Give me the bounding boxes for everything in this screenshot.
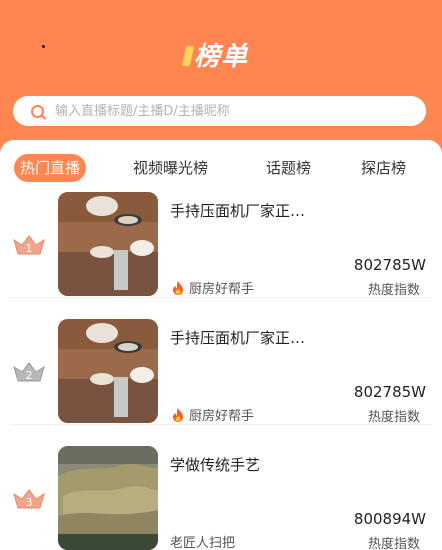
- heat-label: 热度指数: [367, 410, 420, 425]
- item-author: 老匠人扫把: [170, 532, 235, 550]
- heat-value: 802785W: [353, 256, 426, 274]
- heat-value: 802785W: [353, 383, 426, 401]
- fire-icon: [173, 280, 183, 295]
- rank-number: 2: [26, 369, 33, 382]
- heat-label: 热度指数: [367, 283, 420, 298]
- author-name: 厨房好帮手: [189, 282, 255, 297]
- thumbnail-image[interactable]: [58, 319, 158, 423]
- search-input[interactable]: [55, 103, 426, 119]
- item-author: 厨房好帮手: [170, 405, 254, 424]
- rank-number: 1: [26, 242, 33, 255]
- search-bar[interactable]: [13, 96, 426, 126]
- page-title: 榜单: [193, 42, 248, 72]
- item-author: 厨房好帮手: [170, 278, 254, 297]
- fire-icon: [173, 407, 183, 422]
- rank-number: 3: [26, 496, 33, 509]
- tab-topic[interactable]: 话题榜: [266, 154, 311, 182]
- list-item[interactable]: 3 学做传统手艺 老匠人扫把 800894W 热度指数: [0, 446, 442, 550]
- rank-badge-icon: 2: [13, 362, 45, 382]
- thumbnail-image[interactable]: [58, 446, 158, 550]
- list-item[interactable]: 2 手持压面机厂家正… 厨房好帮手 802785W 热度指数: [0, 319, 442, 425]
- rank-badge-icon: 1: [13, 235, 45, 255]
- rank-badge-icon: 3: [13, 489, 45, 509]
- search-icon: [31, 104, 44, 118]
- tab-video-exposure[interactable]: 视频曝光榜: [133, 154, 208, 182]
- divider: [10, 424, 432, 425]
- item-title[interactable]: 手持压面机厂家正…: [170, 200, 350, 221]
- item-title[interactable]: 手持压面机厂家正…: [170, 327, 350, 348]
- list-item[interactable]: 1 手持压面机厂家正… 厨房好帮手 802785W 热度指数: [0, 192, 442, 298]
- tab-bar: 热门直播 视频曝光榜 话题榜 探店榜: [0, 154, 442, 182]
- tab-store-visit[interactable]: 探店榜: [361, 154, 406, 182]
- heat-value: 800894W: [353, 510, 426, 528]
- author-name: 厨房好帮手: [189, 409, 255, 424]
- author-name: 老匠人扫把: [170, 536, 236, 550]
- tab-hot-live[interactable]: 热门直播: [14, 154, 87, 182]
- ranking-content: 热门直播 视频曝光榜 话题榜 探店榜 1 手持压面机厂家正… 厨房好帮手 802…: [0, 140, 442, 550]
- divider: [10, 297, 432, 298]
- header: 榜单: [0, 0, 442, 160]
- thumbnail-image[interactable]: [58, 192, 158, 296]
- heat-label: 热度指数: [367, 537, 420, 550]
- item-title[interactable]: 学做传统手艺: [170, 454, 350, 475]
